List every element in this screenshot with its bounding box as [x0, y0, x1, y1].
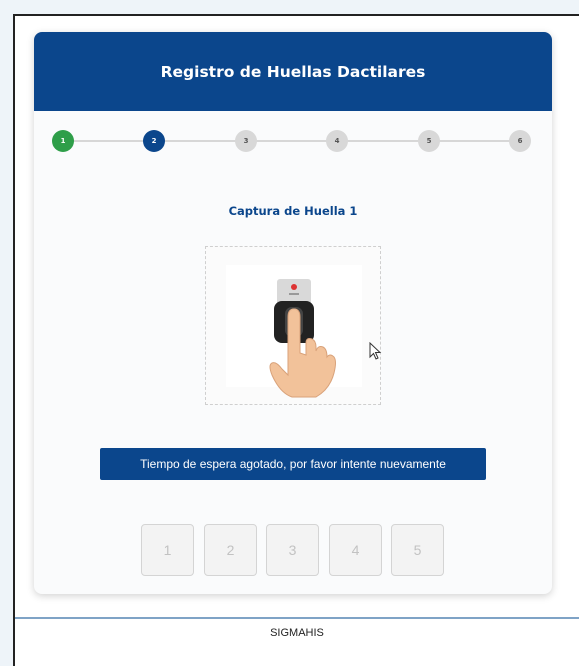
fingerprint-slot-2[interactable]: 2	[204, 524, 257, 576]
step-6: 6	[509, 130, 531, 152]
fingerprint-slot-4[interactable]: 4	[329, 524, 382, 576]
step-1: 1	[52, 130, 74, 152]
footer-divider	[15, 617, 579, 619]
stepper-line	[64, 140, 522, 142]
fingerprint-slot-1[interactable]: 1	[141, 524, 194, 576]
step-3: 3	[235, 130, 257, 152]
step-5: 5	[418, 130, 440, 152]
fingerprint-registration-card: Registro de Huellas Dactilares 1 2 3 4 5…	[34, 32, 552, 594]
progress-stepper: 1 2 3 4 5 6	[34, 129, 552, 153]
fingerprint-capture-area	[205, 246, 381, 405]
mouse-pointer-icon	[369, 342, 382, 360]
fingerprint-slot-5[interactable]: 5	[391, 524, 444, 576]
fingerprint-scanner-icon	[226, 265, 362, 398]
capture-title: Captura de Huella 1	[228, 204, 358, 218]
page-title: Registro de Huellas Dactilares	[160, 62, 426, 81]
footer-brand: SIGMAHIS	[270, 627, 324, 639]
step-4: 4	[326, 130, 348, 152]
timeout-message: Tiempo de espera agotado, por favor inte…	[100, 448, 486, 480]
fingerprint-slot-3[interactable]: 3	[266, 524, 319, 576]
card-header: Registro de Huellas Dactilares	[34, 32, 552, 111]
step-2: 2	[143, 130, 165, 152]
